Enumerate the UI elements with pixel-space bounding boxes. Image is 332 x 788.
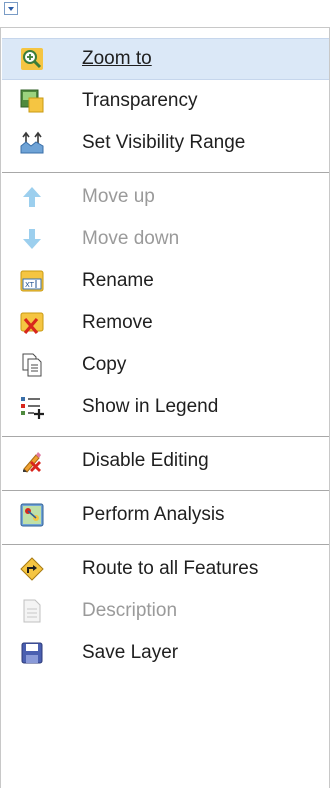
menu-item-label: Transparency (82, 90, 198, 111)
menu-item-label: Copy (82, 354, 127, 375)
menu-item-label: Perform Analysis (82, 504, 225, 525)
menu-item-label: Save Layer (82, 642, 179, 663)
menu-item-label: Move down (82, 228, 180, 249)
menu-item-label: Zoom to (82, 48, 152, 69)
menu-separator (2, 436, 329, 437)
disable-editing-icon (20, 449, 44, 473)
menu-item-description[interactable]: Description (2, 590, 329, 632)
route-icon (20, 557, 44, 581)
layer-context-menu: Zoom to Transparency Set Visibility Rang… (0, 27, 330, 788)
menu-item-perform-analysis[interactable]: Perform Analysis (2, 494, 329, 536)
menu-separator (2, 544, 329, 545)
menu-item-show-in-legend[interactable]: Show in Legend (2, 386, 329, 428)
svg-text:XT: XT (25, 281, 35, 289)
menu-item-move-down[interactable]: Move down (2, 218, 329, 260)
analysis-icon (20, 503, 44, 527)
transparency-icon (20, 89, 44, 113)
menu-item-set-visibility-range[interactable]: Set Visibility Range (2, 122, 329, 164)
menu-item-move-up[interactable]: Move up (2, 176, 329, 218)
arrow-up-icon (20, 185, 44, 209)
layer-context-menu-container: Zoom to Transparency Set Visibility Rang… (0, 0, 332, 788)
menu-item-zoom-to[interactable]: Zoom to (2, 38, 329, 80)
legend-icon (20, 395, 44, 419)
visibility-range-icon (20, 131, 44, 155)
menu-separator (2, 490, 329, 491)
zoom-in-icon (20, 47, 44, 71)
menu-item-label: Route to all Features (82, 558, 259, 579)
description-icon (20, 599, 44, 623)
menu-item-transparency[interactable]: Transparency (2, 80, 329, 122)
menu-item-label: Rename (82, 270, 154, 291)
copy-icon (20, 353, 44, 377)
menu-separator (2, 172, 329, 173)
arrow-down-icon (20, 227, 44, 251)
menu-dropdown-trigger[interactable] (4, 2, 18, 15)
menu-item-label: Disable Editing (82, 450, 209, 471)
menu-item-rename[interactable]: XT Rename (2, 260, 329, 302)
menu-item-route-to-all-features[interactable]: Route to all Features (2, 548, 329, 590)
menu-item-save-layer[interactable]: Save Layer (2, 632, 329, 674)
menu-item-copy[interactable]: Copy (2, 344, 329, 386)
menu-item-label: Show in Legend (82, 396, 219, 417)
menu-item-disable-editing[interactable]: Disable Editing (2, 440, 329, 482)
remove-icon (20, 311, 44, 335)
menu-item-label: Move up (82, 186, 155, 207)
rename-icon: XT (20, 269, 44, 293)
save-icon (20, 641, 44, 665)
menu-item-label: Remove (82, 312, 153, 333)
menu-item-label: Set Visibility Range (82, 132, 246, 153)
menu-item-remove[interactable]: Remove (2, 302, 329, 344)
menu-item-label: Description (82, 600, 178, 621)
